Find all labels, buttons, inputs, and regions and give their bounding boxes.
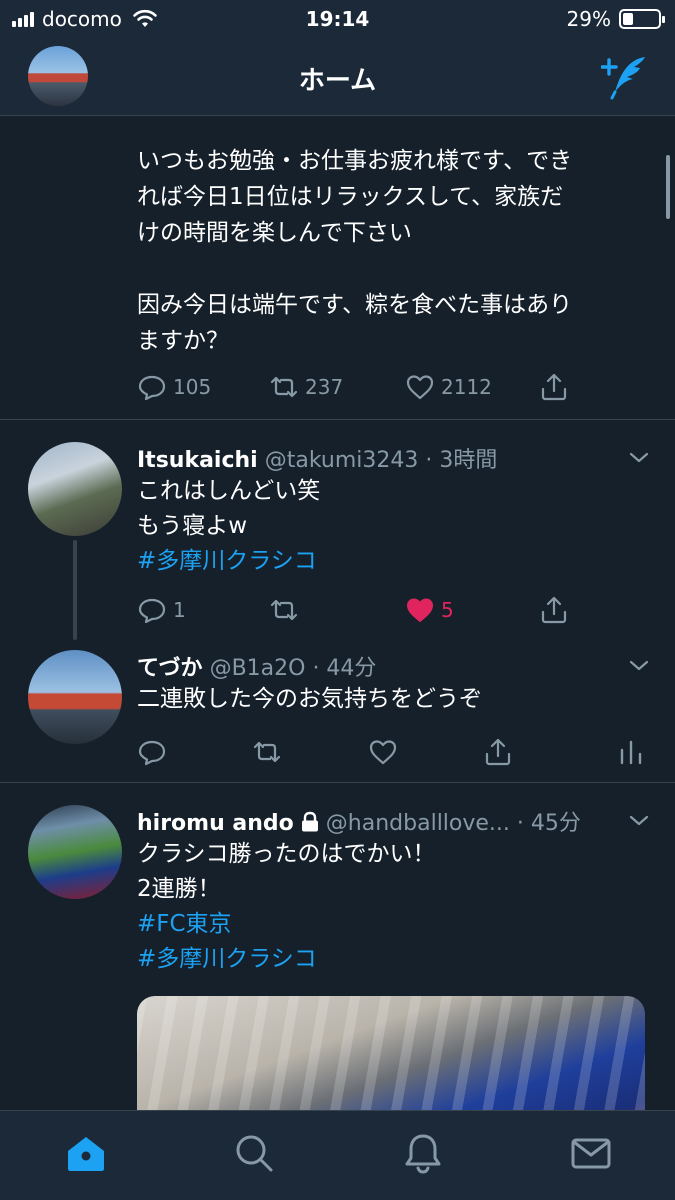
- tweet-actions: 105 237 2112: [137, 367, 657, 407]
- retweet-count: 237: [305, 375, 344, 399]
- tweet-card[interactable]: Itsukaichi @takumi3243 · 3時間 これはしんどい笑 もう…: [0, 420, 675, 640]
- like-button[interactable]: 2112: [405, 367, 492, 407]
- media-image: [137, 996, 645, 1110]
- search-icon[interactable]: [232, 1131, 276, 1175]
- tweet-card[interactable]: てづか @B1a2O · 44分 二連敗した今のお気持ちをどうぞ: [0, 640, 675, 782]
- share-button[interactable]: [539, 590, 569, 630]
- bottom-tab-bar: [0, 1110, 675, 1200]
- page-title: ホーム: [298, 66, 377, 96]
- display-name[interactable]: てづか: [137, 656, 203, 681]
- tweet-card[interactable]: いつもお勉強・お仕事お疲れ様です、でき れば今日1日位はリラックスして、家族だ …: [0, 117, 675, 419]
- share-button[interactable]: [539, 367, 569, 407]
- reply-count: 105: [173, 375, 212, 399]
- home-icon[interactable]: [64, 1131, 108, 1175]
- chevron-down-icon[interactable]: [627, 809, 651, 833]
- reply-icon: [138, 375, 166, 401]
- hashtag-link[interactable]: #多摩川クラシコ: [137, 942, 317, 976]
- battery-fill: [623, 13, 633, 25]
- reply-button[interactable]: 105: [137, 367, 211, 407]
- tweet-line: クラシコ勝ったのはでかい！: [137, 841, 436, 867]
- avatar[interactable]: [28, 442, 122, 536]
- handle-time: @B1a2O · 44分: [209, 656, 377, 681]
- like-count: 5: [441, 598, 454, 622]
- tweet-card[interactable]: hiromu ando @handballlove... · 45分 クラシコ勝っ…: [0, 783, 675, 1110]
- heart-icon: [369, 740, 397, 765]
- thread-line: [73, 540, 77, 640]
- analytics-button[interactable]: [616, 732, 646, 772]
- heart-icon: [406, 375, 434, 400]
- handle-time: @takumi3243 · 3時間: [264, 448, 498, 473]
- reply-button[interactable]: 1: [137, 590, 186, 630]
- tweet-line: 二連敗した今のお気持ちをどうぞ: [137, 686, 482, 712]
- battery-group: 29%: [566, 7, 665, 31]
- battery-percent: 29%: [566, 7, 611, 31]
- tweet-line: もう寝よw: [137, 513, 248, 539]
- reply-icon: [138, 598, 166, 624]
- retweet-button[interactable]: [269, 590, 299, 630]
- share-icon: [541, 373, 567, 401]
- retweet-icon: [270, 599, 298, 621]
- bell-icon[interactable]: [401, 1131, 445, 1175]
- like-button[interactable]: [368, 732, 398, 772]
- lock-icon: [301, 811, 318, 832]
- share-button[interactable]: [483, 732, 513, 772]
- tweet-line: これはしんどい笑: [137, 478, 321, 504]
- chevron-down-icon[interactable]: [627, 654, 651, 678]
- like-count: 2112: [441, 375, 492, 399]
- retweet-button[interactable]: [252, 732, 282, 772]
- mail-icon[interactable]: [569, 1131, 613, 1175]
- retweet-icon: [270, 376, 298, 398]
- avatar[interactable]: [28, 805, 122, 899]
- status-bar: docomo 19:14 29%: [0, 0, 675, 40]
- chevron-down-icon[interactable]: [627, 446, 651, 470]
- tweet-actions: [137, 732, 652, 772]
- battery-icon: [619, 9, 665, 29]
- hashtag-link[interactable]: #FC東京: [137, 907, 232, 941]
- reply-count: 1: [173, 598, 186, 622]
- tweet-line: 2連勝！: [137, 876, 221, 902]
- hashtag-link[interactable]: #多摩川クラシコ: [137, 544, 317, 578]
- display-name[interactable]: hiromu ando: [137, 811, 294, 836]
- avatar[interactable]: [28, 650, 122, 744]
- tweet-text: いつもお勉強・お仕事お疲れ様です、でき れば今日1日位はリラックスして、家族だ …: [137, 148, 573, 354]
- reply-icon: [138, 740, 166, 766]
- handle-time: @handballlove... · 45分: [325, 811, 581, 836]
- share-icon: [541, 596, 567, 624]
- retweet-button[interactable]: 237: [269, 367, 343, 407]
- reply-button[interactable]: [137, 732, 167, 772]
- tweet-header: hiromu ando @handballlove... · 45分: [137, 805, 581, 837]
- tweet-actions: 1 5: [137, 590, 657, 630]
- tweet-media[interactable]: [137, 996, 645, 1110]
- heart-icon: [407, 598, 433, 622]
- tweet-header: Itsukaichi @takumi3243 · 3時間: [137, 442, 497, 474]
- analytics-icon: [620, 740, 642, 765]
- top-nav: ホーム: [0, 40, 675, 116]
- retweet-icon: [253, 741, 281, 763]
- timeline[interactable]: いつもお勉強・お仕事お疲れ様です、でき れば今日1日位はリラックスして、家族だ …: [0, 117, 675, 1110]
- display-name[interactable]: Itsukaichi: [137, 448, 258, 473]
- like-button[interactable]: 5: [405, 590, 454, 630]
- tweet-header: てづか @B1a2O · 44分: [137, 650, 376, 682]
- compose-tweet-icon[interactable]: [601, 54, 649, 100]
- share-icon: [485, 738, 511, 766]
